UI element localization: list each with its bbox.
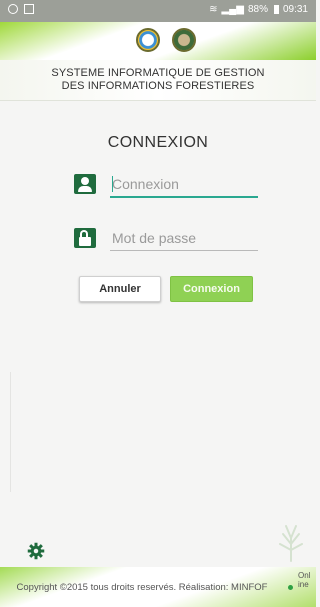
- status-bar: ≋ ▂▄▆ 88% 09:31: [0, 0, 316, 22]
- username-field: [74, 172, 260, 198]
- signal-icon: ▂▄▆: [221, 4, 244, 15]
- adf-logo: [136, 28, 160, 52]
- banner-line-1: SYSTEME INFORMATIQUE DE GESTION: [51, 67, 265, 79]
- status-bar-notifications: [8, 4, 34, 14]
- battery-percent: 88%: [247, 4, 268, 15]
- banner-line-2: DES INFORMATIONS FORESTIERES: [61, 80, 255, 92]
- online-status-dot: [288, 585, 293, 590]
- lock-icon: [74, 228, 96, 248]
- settings-gear-icon[interactable]: [27, 542, 45, 560]
- password-underline: [110, 250, 258, 251]
- app-banner: SYSTEME INFORMATIQUE DE GESTION DES INFO…: [0, 60, 316, 101]
- user-icon: [74, 174, 96, 194]
- app-notification-icon: [24, 4, 34, 14]
- password-input[interactable]: [110, 226, 260, 250]
- battery-icon: [273, 5, 279, 14]
- username-input[interactable]: [110, 172, 260, 196]
- text-cursor: [112, 176, 113, 192]
- password-field: [74, 226, 260, 252]
- login-button[interactable]: Connexion: [170, 276, 253, 302]
- minfof-logo: [172, 28, 196, 52]
- side-edge-divider: [10, 372, 15, 492]
- app-header: [0, 22, 316, 60]
- app-footer: Copyright ©2015 tous droits reservés. Ré…: [0, 567, 316, 607]
- copyright-text: Copyright ©2015 tous droits reservés. Ré…: [16, 582, 268, 593]
- clock: 09:31: [282, 4, 308, 15]
- cancel-button[interactable]: Annuler: [79, 276, 161, 302]
- online-status-label: Online: [298, 571, 311, 589]
- status-bar-system: ≋ ▂▄▆ 88% 09:31: [209, 4, 308, 15]
- username-underline: [110, 196, 258, 198]
- tree-watermark-icon: [279, 525, 303, 562]
- login-title: CONNEXION: [107, 134, 209, 151]
- notification-icon: [8, 4, 18, 14]
- wifi-icon: ≋: [209, 4, 218, 15]
